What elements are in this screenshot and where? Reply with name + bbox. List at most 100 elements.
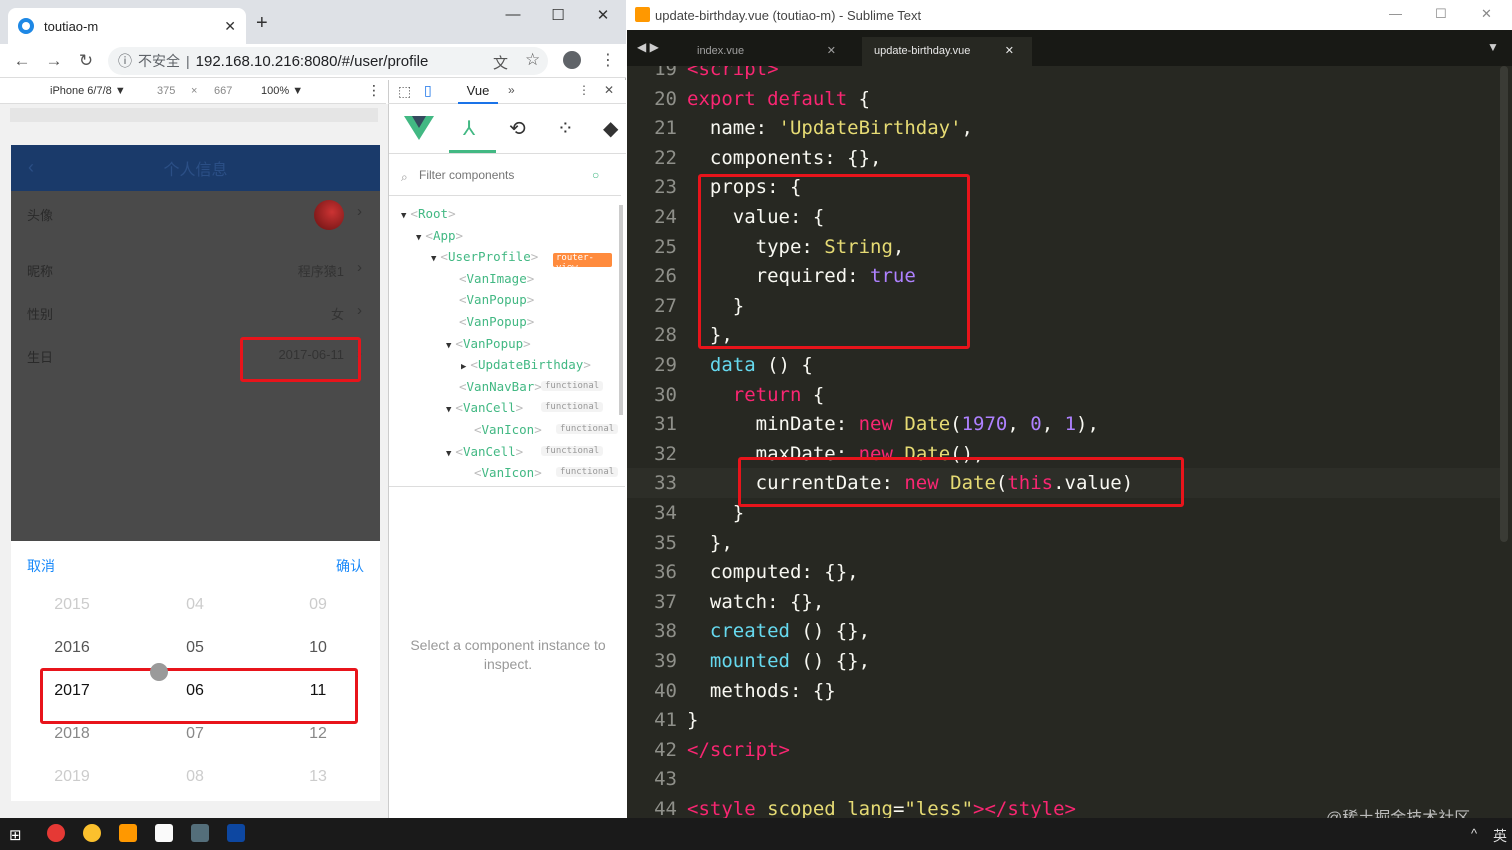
terminal-icon[interactable] — [191, 824, 209, 842]
code-line[interactable]: </script> — [687, 739, 790, 761]
tree-node[interactable]: <VanPopup> — [446, 314, 534, 329]
star-icon[interactable]: ☆ — [525, 50, 540, 70]
code-line[interactable]: minDate: new Date(1970, 0, 1), — [687, 413, 1099, 435]
zoom-select[interactable]: 100% ▼ — [261, 85, 303, 97]
chrome-icon[interactable] — [47, 824, 65, 842]
code-line[interactable]: methods: {} — [687, 680, 836, 702]
tray-chevron-icon[interactable]: ^ — [1471, 826, 1477, 841]
picker-option[interactable]: 10 — [278, 639, 358, 657]
code-line[interactable]: data () { — [687, 354, 813, 376]
code-line[interactable]: name: 'UpdateBirthday', — [687, 117, 973, 139]
device-height[interactable]: 667 — [214, 85, 232, 97]
code-line[interactable]: export default { — [687, 88, 870, 110]
tree-node[interactable]: <VanNavBar> — [446, 379, 542, 394]
code-line[interactable]: } — [687, 709, 698, 731]
close-window-button[interactable]: ✕ — [588, 6, 618, 24]
router-icon[interactable]: ◆ — [603, 116, 618, 141]
expand-down-icon[interactable]: ▼ — [446, 449, 451, 459]
expand-down-icon[interactable]: ▼ — [401, 211, 406, 221]
tree-node[interactable]: <VanIcon> — [461, 465, 542, 480]
code-line[interactable]: }, — [687, 532, 733, 554]
device-width[interactable]: 375 — [157, 85, 175, 97]
picker-option[interactable]: 2016 — [32, 639, 112, 657]
omnibox[interactable]: ⓘ 不安全 | 192.168.10.216:8080/#/user/profi… — [108, 47, 548, 75]
devtools-menu-icon[interactable]: ⋮ — [578, 83, 590, 97]
vuex-icon[interactable]: ⁘ — [557, 116, 574, 141]
filter-components-field[interactable]: ⌕ ○ — [389, 160, 621, 196]
close-tab-icon[interactable]: ✕ — [224, 18, 236, 35]
picker-confirm-button[interactable]: 确认 — [336, 556, 364, 576]
tree-node[interactable]: ▼ <VanPopup> — [446, 336, 531, 351]
tree-node[interactable]: ▼ <VanCell> — [446, 444, 523, 459]
info-icon[interactable]: ⓘ — [118, 51, 132, 71]
url-text[interactable]: 192.168.10.216:8080/#/user/profile — [196, 53, 429, 70]
expand-down-icon[interactable]: ▼ — [431, 254, 436, 264]
components-icon[interactable]: ⅄ — [463, 116, 475, 141]
tree-node[interactable]: ▼ <UserProfile> — [431, 249, 538, 264]
history-icon[interactable]: ⟲ — [509, 116, 526, 141]
expand-down-icon[interactable]: ▼ — [446, 341, 451, 351]
code-line[interactable]: return { — [687, 384, 825, 406]
close-window-button[interactable]: ✕ — [1481, 6, 1492, 22]
filter-components-input[interactable] — [419, 168, 589, 182]
code-line[interactable]: mounted () {}, — [687, 650, 870, 672]
picker-option[interactable]: 09 — [278, 596, 358, 614]
ime-indicator[interactable]: 英 — [1493, 826, 1507, 846]
device-mode-icon[interactable]: ▯ — [424, 82, 432, 99]
editor-tab-update-birthday[interactable]: update-birthday.vue ✕ — [862, 37, 1032, 66]
chrome-icon[interactable] — [83, 824, 101, 842]
maximize-button[interactable]: ☐ — [1435, 6, 1447, 22]
notepad-icon[interactable] — [155, 824, 173, 842]
new-tab-button[interactable]: + — [256, 12, 268, 35]
back-arrow-icon[interactable]: ← — [6, 51, 38, 71]
expand-down-icon[interactable]: ▼ — [416, 233, 421, 243]
code-line[interactable]: <script> — [687, 66, 779, 80]
picker-cancel-button[interactable]: 取消 — [27, 556, 55, 576]
maximize-button[interactable]: ☐ — [543, 6, 573, 24]
more-tabs-icon[interactable]: » — [508, 83, 515, 97]
cell-nickname[interactable]: 昵称 程序猿1 › — [11, 247, 380, 291]
reload-icon[interactable]: ↻ — [70, 51, 102, 71]
device-select[interactable]: iPhone 6/7/8 ▼ — [50, 85, 126, 97]
tree-node[interactable]: ▼ <VanCell> — [446, 400, 523, 415]
expand-down-icon[interactable]: ▼ — [446, 405, 451, 415]
device-menu-icon[interactable]: ⋮ — [367, 82, 381, 99]
picker-option[interactable]: 04 — [155, 596, 235, 614]
picker-option[interactable]: 08 — [155, 768, 235, 786]
code-line[interactable]: <style scoped lang="less"></style> — [687, 798, 1076, 818]
menu-icon[interactable]: ⋮ — [600, 50, 616, 70]
browser-tab[interactable]: toutiao-m ✕ — [8, 8, 246, 44]
tab-vue[interactable]: Vue — [458, 80, 498, 104]
editor-tab-index[interactable]: index.vue ✕ — [685, 37, 850, 66]
minimize-button[interactable]: — — [498, 6, 528, 23]
back-icon[interactable]: ‹ — [28, 157, 34, 178]
tree-node[interactable]: <VanImage> — [446, 271, 534, 286]
tree-node[interactable]: <VanIcon> — [461, 422, 542, 437]
sublime-icon[interactable] — [119, 824, 137, 842]
code-line[interactable]: } — [687, 502, 744, 524]
picker-option[interactable]: 07 — [155, 725, 235, 743]
picker-option[interactable]: 05 — [155, 639, 235, 657]
close-tab-icon[interactable]: ✕ — [827, 44, 836, 57]
picker-option[interactable]: 12 — [278, 725, 358, 743]
profile-icon[interactable] — [563, 51, 581, 69]
picker-option[interactable]: 2015 — [32, 596, 112, 614]
cell-gender[interactable]: 性别 女 › — [11, 290, 380, 334]
close-devtools-icon[interactable]: ✕ — [604, 83, 614, 97]
tree-scrollbar[interactable] — [619, 205, 623, 415]
tab-dropdown-icon[interactable]: ▼ — [1487, 40, 1499, 54]
code-line[interactable]: watch: {}, — [687, 591, 824, 613]
tab-nav-arrows-icon[interactable]: ◀ ▶ — [637, 40, 659, 54]
code-line[interactable]: created () {}, — [687, 620, 870, 642]
editor-scrollbar[interactable] — [1500, 66, 1508, 542]
picker-option[interactable]: 2018 — [32, 725, 112, 743]
code-line[interactable]: components: {}, — [687, 147, 882, 169]
refresh-icon[interactable]: ○ — [592, 168, 599, 182]
minimize-button[interactable]: — — [1389, 6, 1402, 21]
photoshop-icon[interactable] — [227, 824, 245, 842]
tree-node[interactable]: <VanPopup> — [446, 292, 534, 307]
code-line[interactable]: computed: {}, — [687, 561, 859, 583]
expand-right-icon[interactable]: ▶ — [461, 362, 466, 372]
forward-arrow-icon[interactable]: → — [38, 51, 70, 71]
picker-option[interactable]: 13 — [278, 768, 358, 786]
